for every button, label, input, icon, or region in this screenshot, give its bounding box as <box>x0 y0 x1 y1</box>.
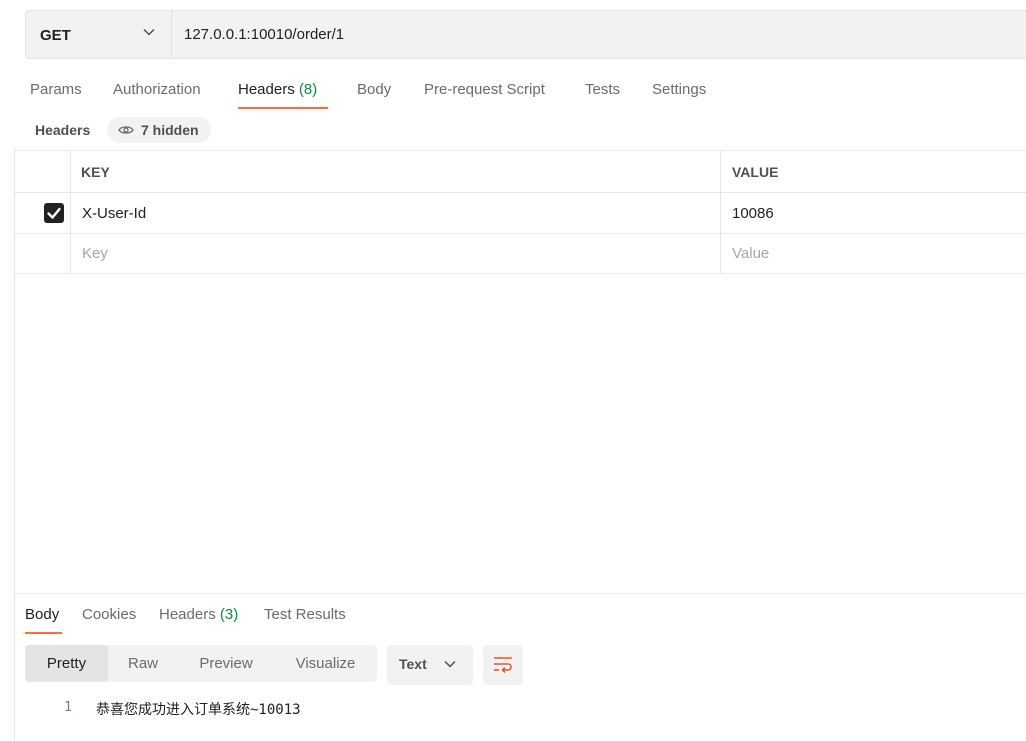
url-input[interactable]: 127.0.0.1:10010/order/1 <box>184 26 344 43</box>
header-key-cell[interactable]: X-User-Id <box>82 205 146 222</box>
wrap-lines-icon <box>494 657 512 674</box>
response-tab-headers[interactable]: Headers (3) <box>159 606 238 623</box>
tab-settings[interactable]: Settings <box>652 81 706 98</box>
hidden-headers-label: 7 hidden <box>141 122 199 138</box>
tab-tests[interactable]: Tests <box>585 81 620 98</box>
view-preview-button[interactable]: Preview <box>188 645 264 682</box>
method-select[interactable]: GET <box>26 11 172 58</box>
tab-body[interactable]: Body <box>357 81 391 98</box>
key-column-header: KEY <box>81 164 110 180</box>
view-raw-button[interactable]: Raw <box>115 645 171 682</box>
response-tab-test-results[interactable]: Test Results <box>264 606 346 623</box>
wrap-lines-button[interactable] <box>483 645 523 685</box>
hidden-headers-toggle[interactable]: 7 hidden <box>107 117 211 143</box>
column-divider[interactable] <box>720 150 721 274</box>
response-body-text: 恭喜您成功进入订单系统~10013 <box>96 702 301 718</box>
new-value-input[interactable]: Value <box>732 245 769 262</box>
view-visualize-button[interactable]: Visualize <box>285 645 366 682</box>
format-label: Text <box>399 656 427 672</box>
header-enabled-checkbox[interactable] <box>44 203 64 223</box>
response-pane-divider[interactable] <box>15 593 1026 594</box>
header-value-cell[interactable]: 10086 <box>732 205 774 222</box>
column-divider <box>70 150 71 274</box>
table-row-new: Key Value <box>15 233 1026 274</box>
active-tab-indicator <box>238 107 328 109</box>
response-tab-cookies[interactable]: Cookies <box>82 606 136 623</box>
value-column-header: VALUE <box>732 164 779 180</box>
chevron-down-icon <box>444 660 456 668</box>
table-row: X-User-Id 10086 <box>15 192 1026 233</box>
chevron-down-icon <box>143 28 155 36</box>
method-label: GET <box>40 27 71 44</box>
checkmark-icon <box>47 207 61 219</box>
eye-icon <box>118 126 134 134</box>
new-key-input[interactable]: Key <box>82 245 108 262</box>
view-mode-group: Pretty Raw Preview Visualize <box>25 645 377 682</box>
active-response-tab-indicator <box>25 632 62 634</box>
tab-authorization[interactable]: Authorization <box>113 81 201 98</box>
headers-section-title: Headers <box>35 122 91 138</box>
response-tab-body[interactable]: Body <box>25 606 59 623</box>
format-select[interactable]: Text <box>387 645 473 685</box>
table-header-row: KEY VALUE <box>15 150 1026 192</box>
line-number: 1 <box>64 700 72 715</box>
tab-headers[interactable]: Headers (8) <box>238 81 317 98</box>
url-bar: GET 127.0.0.1:10010/order/1 <box>25 10 1026 59</box>
tab-pre-request-script[interactable]: Pre-request Script <box>424 81 545 98</box>
headers-count: (8) <box>298 81 318 98</box>
view-pretty-button[interactable]: Pretty <box>25 645 108 682</box>
response-headers-count: (3) <box>219 606 239 623</box>
tab-params[interactable]: Params <box>30 81 82 98</box>
